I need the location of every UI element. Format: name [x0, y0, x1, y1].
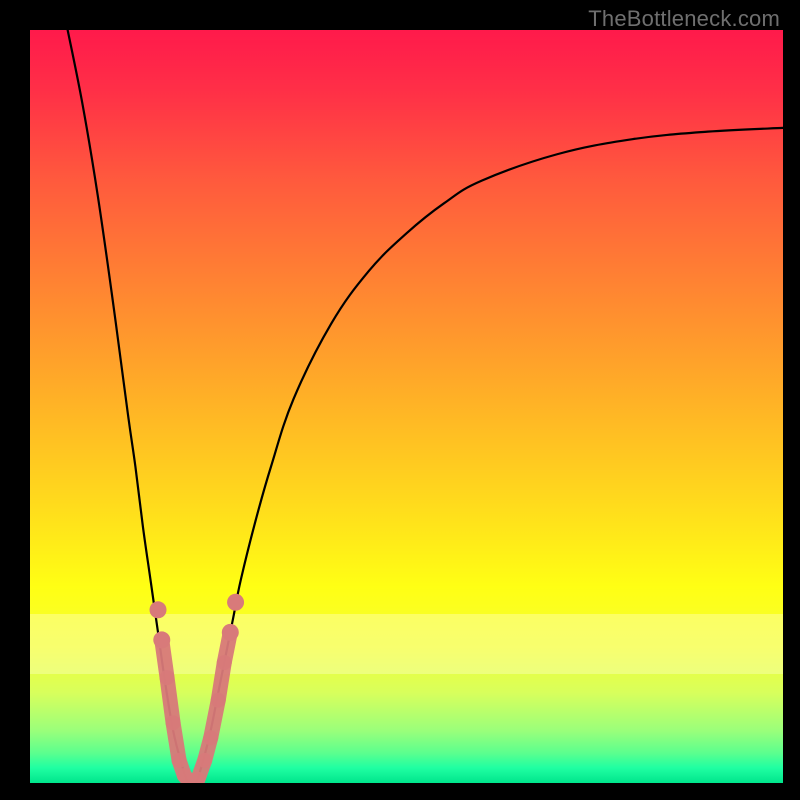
curve-svg — [30, 30, 783, 783]
marker-group — [150, 594, 245, 783]
marker-dot — [222, 624, 239, 641]
marker-dot — [150, 601, 167, 618]
chart-frame: TheBottleneck.com — [0, 0, 800, 800]
plot-area — [30, 30, 783, 783]
bottleneck-curve — [68, 30, 783, 783]
marker-dot — [153, 631, 170, 648]
marker-dot — [227, 594, 244, 611]
attribution-text: TheBottleneck.com — [588, 6, 780, 32]
